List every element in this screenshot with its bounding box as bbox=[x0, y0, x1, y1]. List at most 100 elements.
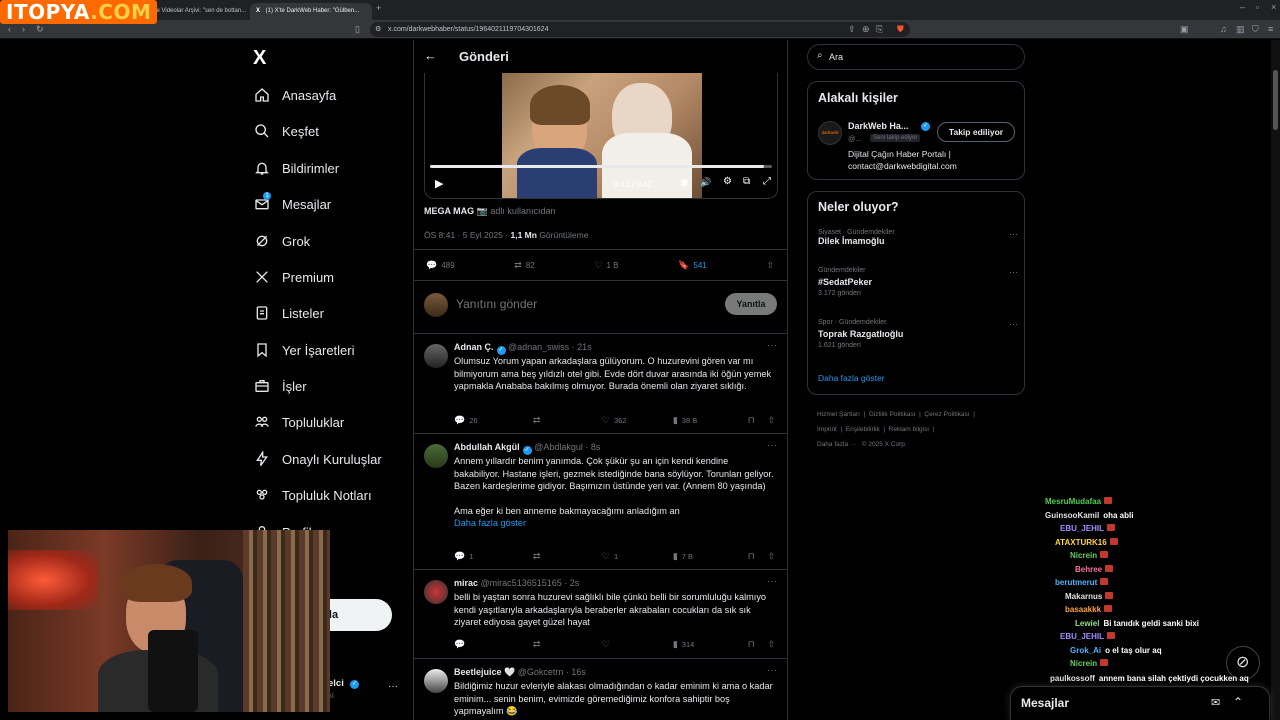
back-arrow-icon[interactable]: ← bbox=[424, 48, 437, 63]
share-icon[interactable]: ⇪ bbox=[848, 20, 856, 39]
reply-tweet[interactable]: Adnan Ç. ✓ @adnan_swiss · 21s ··· Olumsuz… bbox=[414, 333, 787, 433]
bookmark-page-icon[interactable]: ▯ bbox=[355, 20, 360, 39]
bookmark-action[interactable]: ⊓ bbox=[748, 415, 768, 426]
avatar[interactable] bbox=[424, 669, 448, 693]
like-action[interactable]: ♡ bbox=[602, 639, 673, 650]
views-action[interactable]: ▮ 38 B bbox=[673, 415, 748, 426]
zoom-icon[interactable]: ⊕ bbox=[862, 20, 870, 39]
search-box[interactable]: ⌕ Ara bbox=[807, 44, 1025, 70]
share-action[interactable]: ⇧ bbox=[767, 551, 779, 562]
url-field[interactable]: ⚙ x.com/darkwebhaber/status/196402111970… bbox=[370, 22, 910, 37]
settings-icon[interactable]: ⚙ bbox=[723, 176, 732, 187]
repost-action[interactable]: ⇄ bbox=[533, 415, 602, 426]
footer-link[interactable]: Imprint bbox=[817, 426, 837, 433]
nav-verified-orgs[interactable]: Onaylı Kuruluşlar bbox=[253, 446, 382, 472]
video-progress-track[interactable] bbox=[430, 165, 772, 168]
close-window-icon[interactable]: × bbox=[1271, 0, 1276, 17]
more-options-icon[interactable]: ··· bbox=[1009, 229, 1018, 239]
share-action[interactable]: ⇧ bbox=[767, 639, 779, 650]
views-action[interactable]: ▮ 314 bbox=[673, 639, 748, 650]
nav-explore[interactable]: Keşfet bbox=[253, 118, 319, 144]
video-player[interactable]: ▶ 0:41 / 0:42 ▣ 🔊 ⚙ ⧉ ⤢ bbox=[424, 73, 778, 199]
avatar[interactable] bbox=[424, 444, 448, 468]
post-time[interactable]: ÖS 8:41 · 5 Eyl 2025 · bbox=[424, 230, 508, 240]
repost-action[interactable]: ⇄ bbox=[533, 551, 602, 562]
footer-link[interactable]: Erişilebilirlik bbox=[846, 426, 880, 433]
author-name[interactable]: mirac bbox=[454, 578, 478, 588]
avatar[interactable]: darkweb bbox=[818, 121, 842, 145]
nav-grok[interactable]: Grok bbox=[253, 228, 310, 254]
reply-action[interactable]: 💬 489 bbox=[426, 260, 455, 271]
volume-icon[interactable]: 🔊 bbox=[700, 177, 711, 188]
related-name[interactable]: DarkWeb Ha... bbox=[848, 121, 908, 131]
nav-premium[interactable]: Premium bbox=[253, 264, 334, 290]
show-more-link[interactable]: Daha fazla göster bbox=[818, 373, 885, 383]
more-options-icon[interactable]: ··· bbox=[1009, 319, 1018, 329]
more-options-icon[interactable]: ··· bbox=[767, 440, 777, 451]
views-action[interactable]: ▮ 7 B bbox=[673, 551, 748, 562]
fullscreen-icon[interactable]: ⤢ bbox=[763, 176, 771, 187]
show-more-link[interactable]: Daha fazla göster bbox=[454, 517, 774, 530]
bookmark-action[interactable]: ⊓ bbox=[748, 551, 768, 562]
reply-action[interactable]: 💬 1 bbox=[454, 551, 533, 562]
reply-action[interactable]: 💬 26 bbox=[454, 415, 533, 426]
bookmark-action[interactable]: 🔖 541 bbox=[678, 260, 707, 271]
reply-tweet[interactable]: mirac @mirac5136515165 · 2s ··· belli bi… bbox=[414, 569, 787, 658]
reply-button[interactable]: Yanıtla bbox=[725, 293, 777, 315]
translate-icon[interactable]: ⎘ bbox=[876, 20, 883, 39]
repost-action[interactable]: ⇄ 82 bbox=[514, 260, 534, 271]
maximize-icon[interactable]: ▫ bbox=[1256, 0, 1259, 17]
source-name[interactable]: MEGA MAG bbox=[424, 206, 474, 216]
nav-bookmarks[interactable]: Yer İşaretleri bbox=[253, 337, 355, 363]
nav-jobs[interactable]: İşler bbox=[253, 373, 307, 399]
more-options-icon[interactable]: ··· bbox=[767, 665, 777, 676]
like-action[interactable]: ♡ 362 bbox=[602, 415, 673, 426]
footer-link[interactable]: Çerez Politikası bbox=[924, 411, 969, 418]
gif-icon[interactable]: ▣ bbox=[680, 177, 689, 188]
author-name[interactable]: Abdullah Akgül bbox=[454, 442, 520, 452]
avatar[interactable] bbox=[424, 580, 448, 604]
nav-home[interactable]: Anasayfa bbox=[253, 82, 336, 108]
pip-icon[interactable]: ⧉ bbox=[743, 176, 750, 187]
new-tab-button[interactable]: + bbox=[376, 0, 381, 18]
repost-action[interactable]: ⇄ bbox=[533, 639, 602, 650]
footer-link[interactable]: Hizmet Şartları bbox=[817, 411, 860, 418]
x-logo[interactable]: X bbox=[253, 48, 273, 68]
footer-link[interactable]: Gizlilik Politikası bbox=[869, 411, 916, 418]
scrollbar-thumb[interactable] bbox=[1273, 70, 1278, 130]
nav-notifications[interactable]: Bildirimler bbox=[253, 155, 339, 181]
avatar[interactable] bbox=[424, 344, 448, 368]
reply-tweet[interactable]: Beetlejuice 🤍 @Gokcetrn · 16s ··· Bildiğ… bbox=[414, 658, 787, 720]
author-name[interactable]: Beetlejuice 🤍 bbox=[454, 667, 515, 677]
following-button[interactable]: Takip ediliyor bbox=[937, 122, 1015, 142]
share-action[interactable]: ⇧ bbox=[767, 415, 779, 426]
menu-icon[interactable]: ≡ bbox=[1268, 20, 1273, 39]
trend-item[interactable]: Spor · Gündemdekiler Toprak Razgatlıoğlu… bbox=[818, 319, 1018, 359]
extensions-icon[interactable]: ▣ bbox=[1180, 20, 1189, 39]
sidebar-toggle-icon[interactable]: ▥ bbox=[1236, 20, 1245, 39]
footer-link[interactable]: Reklam bilgisi bbox=[889, 426, 929, 433]
like-action[interactable]: ♡ 1 bbox=[602, 551, 673, 562]
like-action[interactable]: ♡ 1 B bbox=[594, 260, 618, 271]
more-options-icon[interactable]: ··· bbox=[767, 340, 777, 351]
bookmark-action[interactable]: ⊓ bbox=[748, 639, 768, 650]
footer-link[interactable]: Daha fazla ··· bbox=[817, 441, 856, 448]
nav-community-notes[interactable]: Topluluk Notları bbox=[253, 482, 372, 508]
share-action[interactable]: ⇧ bbox=[766, 260, 778, 271]
browser-tab-active[interactable]: X (1) X'te DarkWeb Haber: "Gülben... bbox=[250, 3, 372, 20]
site-info-icon[interactable]: ⚙ bbox=[375, 22, 381, 37]
nav-messages[interactable]: 1 Mesajlar bbox=[253, 191, 331, 217]
reply-action[interactable]: 💬 bbox=[454, 639, 533, 650]
search-input[interactable]: Ara bbox=[829, 52, 843, 62]
wallet-icon[interactable]: ⛉ bbox=[1252, 20, 1259, 39]
trend-item[interactable]: Siyaset · Gündemdekiler Dilek İmamoğlu ·… bbox=[818, 229, 1018, 259]
nav-lists[interactable]: Listeler bbox=[253, 300, 324, 326]
more-options-icon[interactable]: ··· bbox=[1009, 267, 1018, 277]
play-icon[interactable]: ▶ bbox=[435, 177, 443, 190]
minimize-icon[interactable]: – bbox=[1240, 0, 1245, 17]
reply-input[interactable]: Yanıtını gönder bbox=[456, 297, 537, 311]
brave-shield-icon[interactable]: ⛊ bbox=[897, 20, 904, 39]
trend-item[interactable]: Gündemdekiler #SedatPeker 3.172 gönderi … bbox=[818, 267, 1018, 307]
media-icon[interactable]: ♫ bbox=[1220, 20, 1227, 39]
nav-communities[interactable]: Topluluklar bbox=[253, 409, 344, 435]
